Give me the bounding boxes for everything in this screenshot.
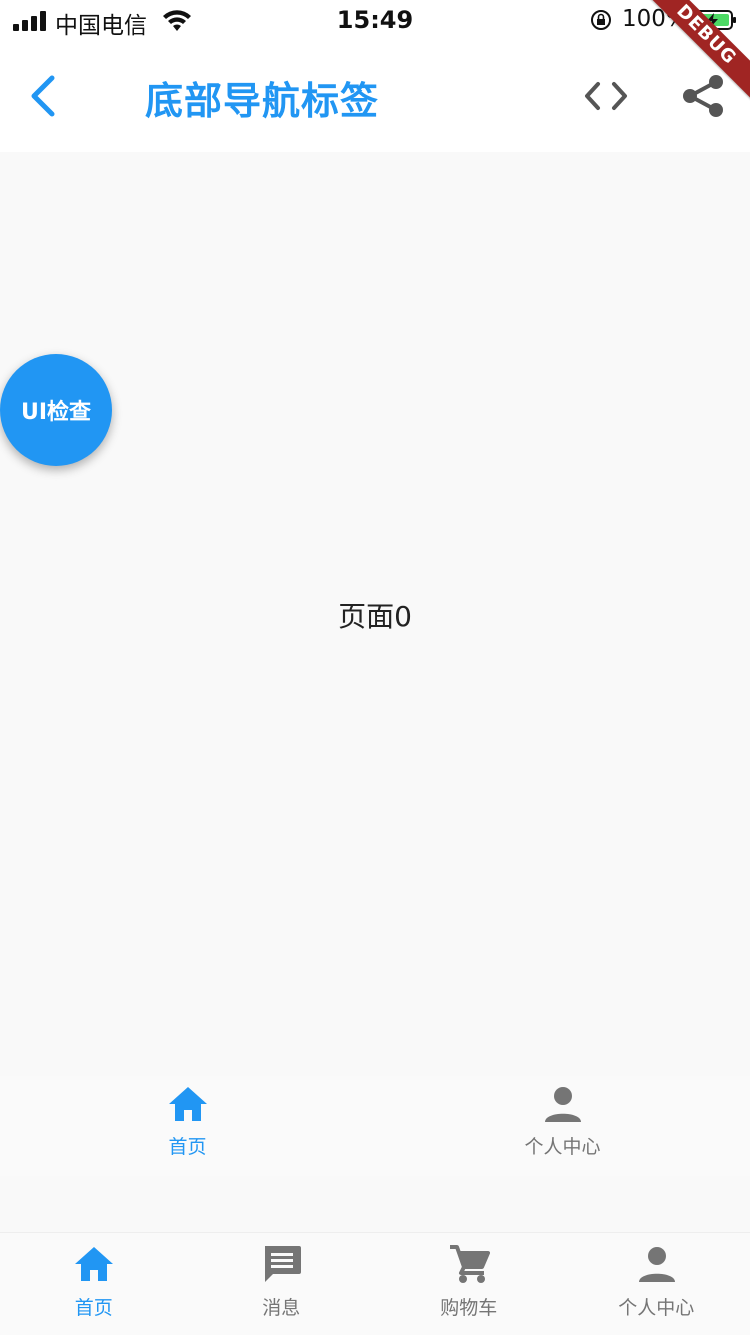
home-icon [73,1243,115,1285]
home-icon [167,1084,209,1124]
app-bar: 底部导航标签 [0,44,750,152]
message-icon [261,1243,303,1285]
nav-item-profile[interactable]: 个人中心 [563,1233,750,1335]
inner-tab-bar: 首页 个人中心 [0,1076,750,1176]
inner-tab-home[interactable]: 首页 [0,1076,375,1176]
nav-item-cart[interactable]: 购物车 [375,1233,563,1335]
view-source-button[interactable] [580,72,632,120]
ui-check-button[interactable]: UI检查 [0,354,112,466]
page-title: 底部导航标签 [145,70,379,125]
person-icon [636,1243,678,1285]
inner-tab-profile[interactable]: 个人中心 [375,1076,750,1176]
chevron-left-icon [14,66,74,126]
cart-icon [448,1243,490,1285]
nav-item-label: 消息 [188,1293,376,1320]
nav-item-messages[interactable]: 消息 [188,1233,376,1335]
nav-item-label: 个人中心 [563,1293,750,1320]
inner-tab-label: 个人中心 [375,1132,750,1159]
share-button[interactable] [678,70,730,122]
bottom-navigation-bar: 首页 消息 购物车 个人中心 [0,1232,750,1335]
orientation-lock-icon [590,9,612,31]
inner-tab-label: 首页 [0,1132,375,1159]
code-icon [580,72,632,120]
status-bar: 中国电信 15:49 100% [0,0,750,44]
nav-item-label: 购物车 [375,1293,563,1320]
nav-item-home[interactable]: 首页 [0,1233,188,1335]
page-label: 页面0 [0,595,750,635]
page-content: 页面0 [0,152,750,1076]
share-icon [678,70,730,122]
person-icon [542,1084,584,1124]
nav-item-label: 首页 [0,1293,188,1320]
back-button[interactable] [14,66,74,126]
